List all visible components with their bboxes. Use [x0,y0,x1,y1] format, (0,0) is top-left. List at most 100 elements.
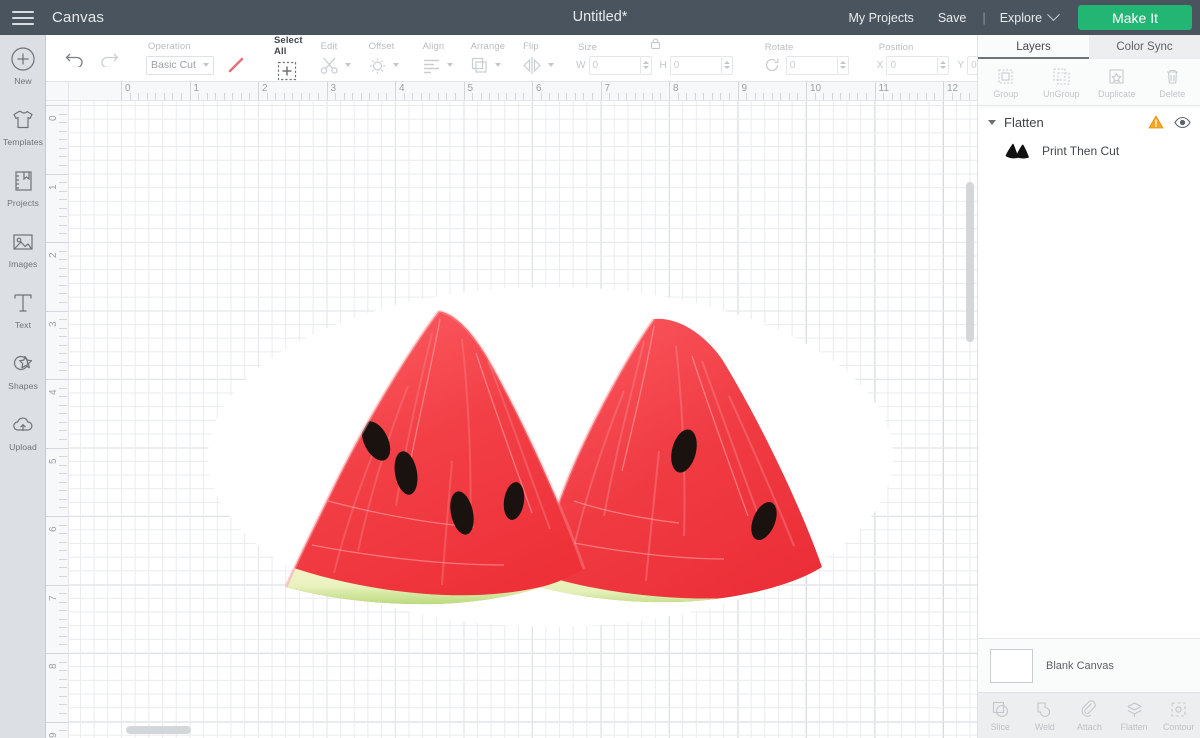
arrange-icon[interactable] [469,55,490,76]
ruler-major-tick [874,82,876,100]
save-button[interactable]: Save [926,11,979,25]
duplicate-button[interactable]: Duplicate [1089,59,1145,105]
canvas-color-swatch[interactable] [990,648,1033,683]
sidebar-item-shapes[interactable]: Shapes [0,350,46,410]
slice-label: Slice [990,721,1010,732]
sidebar-item-projects[interactable]: Projects [0,167,46,227]
paperclip-icon [1080,700,1099,720]
flip-icon[interactable] [521,55,543,76]
tab-layers[interactable]: Layers [978,35,1089,59]
operation-color-swatch[interactable] [226,55,246,75]
width-input[interactable] [588,55,641,75]
warning-triangle-icon[interactable] [1148,114,1164,130]
ruler-minor-tick [634,93,636,100]
ruler-tick-label: 10 [810,83,822,94]
watermelon-slices-image[interactable] [224,301,864,621]
ruler-minor-tick [497,93,499,100]
eye-icon[interactable] [1174,116,1191,129]
ruler-minor-tick [59,353,67,355]
tab-color-sync[interactable]: Color Sync [1089,35,1200,59]
delete-button[interactable]: Delete [1145,59,1200,105]
ruler-minor-tick [557,93,559,100]
sidebar-item-text[interactable]: Text [0,289,46,349]
group-button[interactable]: Group [978,59,1034,105]
make-it-button[interactable]: Make It [1078,5,1192,30]
chevron-down-icon[interactable] [392,63,399,67]
my-projects-link[interactable]: My Projects [837,11,926,25]
position-x-field[interactable]: X [877,55,950,75]
ruler-major-tick [46,310,68,312]
sidebar-item-images[interactable]: Images [0,228,46,288]
hamburger-menu-icon[interactable] [0,0,46,35]
watermelon-slice-left [286,311,584,605]
ruler-minor-tick [59,421,67,423]
chevron-down-icon[interactable] [494,63,501,67]
design-canvas-area[interactable]: 012345678910111213 0123456789 − 125% + [46,82,977,738]
ungroup-button[interactable]: UnGroup [1034,59,1090,105]
sidebar-item-upload[interactable]: Upload [0,411,46,471]
ungroup-icon [1052,66,1071,87]
ruler-minor-tick [59,147,67,149]
ruler-minor-tick [138,93,140,100]
ruler-major-tick [121,82,122,100]
sidebar-label-shapes: Shapes [8,381,38,391]
ruler-minor-tick [763,93,765,100]
ruler-minor-tick [59,670,67,672]
vertical-scrollbar[interactable] [966,182,974,342]
text-t-icon [9,289,37,317]
machine-selector[interactable]: Explore [990,8,1072,25]
ruler-major-tick [669,82,670,100]
align-icon[interactable] [421,55,442,76]
ruler-minor-tick [883,93,885,100]
width-stepper[interactable] [640,55,652,75]
rotate-input[interactable] [785,55,838,75]
weld-button[interactable]: Weld [1023,693,1068,738]
rotate-icon[interactable] [763,56,781,74]
layer-print-then-cut[interactable]: Print Then Cut [978,136,1200,166]
size-width-field[interactable]: W [576,55,652,75]
flatten-button[interactable]: Flatten [1112,693,1157,738]
sidebar-item-templates[interactable]: Templates [0,106,46,166]
ruler-minor-tick [728,93,730,100]
select-all-icon[interactable] [276,60,298,82]
offset-sun-icon[interactable] [367,55,388,76]
ruler-minor-tick [59,276,67,278]
scissors-icon[interactable] [319,55,340,76]
canvas-label: Canvas [52,9,105,26]
redo-icon[interactable] [98,49,120,67]
canvas-grid[interactable] [69,101,977,738]
sidebar-item-new[interactable]: New [0,45,46,105]
ruler-minor-tick [59,430,67,432]
chevron-down-icon[interactable] [988,119,996,125]
contour-button[interactable]: Contour [1156,693,1200,738]
height-input[interactable] [669,55,722,75]
rotate-stepper[interactable] [837,55,849,75]
chevron-down-icon[interactable] [548,63,555,67]
undo-icon[interactable] [64,49,86,67]
x-input[interactable] [886,55,939,75]
chevron-down-icon[interactable] [446,63,453,67]
slice-button[interactable]: Slice [978,693,1023,738]
ruler-minor-tick [840,93,842,100]
height-stepper[interactable] [721,55,733,75]
operation-select[interactable]: Basic Cut [146,55,214,75]
x-stepper[interactable] [938,55,950,75]
attach-button[interactable]: Attach [1067,693,1112,738]
edit-group: Edit [314,35,356,82]
ruler-minor-tick [514,93,516,100]
ruler-minor-tick [720,93,722,100]
ruler-minor-tick [472,93,474,100]
horizontal-scrollbar[interactable] [126,726,191,734]
ruler-minor-tick [523,93,525,100]
ruler-minor-tick [59,344,67,346]
size-height-field[interactable]: H [660,55,733,75]
ruler-minor-tick [609,93,611,100]
blank-canvas-row[interactable]: Blank Canvas [978,638,1200,692]
chevron-down-icon [203,63,209,67]
lock-icon[interactable] [649,37,662,55]
ruler-minor-tick [59,216,67,218]
layer-group-flatten[interactable]: Flatten [978,108,1200,136]
picture-icon [9,228,37,256]
chevron-down-icon[interactable] [344,63,351,67]
ruler-minor-tick [59,284,67,286]
